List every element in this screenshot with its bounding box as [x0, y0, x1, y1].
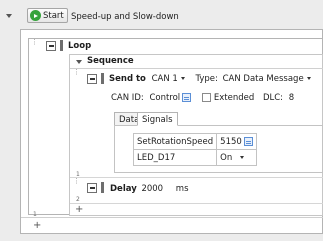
delay-bar — [101, 182, 104, 193]
tab-signals[interactable]: Signals — [137, 112, 178, 126]
signal-value-cell[interactable]: 5150 — [216, 133, 257, 150]
delay-label: Delay — [110, 184, 137, 194]
can-id-label: CAN ID: — [111, 93, 144, 103]
loop-bottom-divider — [21, 217, 323, 218]
loop-bar — [60, 40, 63, 51]
chevron-down-icon — [180, 77, 185, 80]
chevron-down-icon — [240, 155, 245, 159]
add-step-button[interactable]: + — [75, 204, 83, 215]
sequence-divider — [70, 68, 323, 69]
delay-unit: ms — [175, 184, 189, 194]
channel-select[interactable]: CAN 1 — [152, 74, 185, 84]
signal-name: SetRotationSpeed — [132, 133, 218, 150]
start-button[interactable]: Start — [27, 8, 68, 23]
can-id-value[interactable]: Control — [149, 93, 180, 103]
send-bar — [101, 73, 104, 84]
test-title: Speed-up and Slow-down — [71, 12, 179, 22]
loop-collapse-button[interactable] — [46, 41, 56, 51]
send-label: Send to — [109, 74, 146, 84]
sequence-expand-icon[interactable] — [76, 60, 82, 64]
dlc-label: DLC: — [262, 93, 284, 103]
chevron-down-icon — [306, 77, 311, 80]
send-collapse-button[interactable] — [87, 74, 97, 84]
loop-drag-handle-icon[interactable]: ⋮ — [31, 39, 38, 46]
signal-name: LED_D17 — [132, 149, 218, 166]
field-picker-icon[interactable] — [182, 93, 192, 102]
extended-checkbox[interactable] — [201, 93, 211, 102]
signals-table: SetRotationSpeed 5150 LED_D17 On — [132, 133, 257, 166]
row-number: 2 — [76, 196, 80, 203]
play-icon — [30, 10, 41, 21]
add-item-button[interactable]: + — [33, 220, 41, 231]
send-drag-handle-icon[interactable]: ⋮ — [73, 69, 80, 76]
row-divider — [70, 203, 323, 204]
delay-drag-handle-icon[interactable]: ⋮ — [73, 178, 80, 185]
delay-row: Delay 2000 ms — [110, 184, 189, 194]
table-row: SetRotationSpeed 5150 — [132, 133, 257, 150]
row-divider — [70, 177, 323, 178]
type-label: Type: — [195, 74, 218, 84]
dlc-value[interactable]: 8 — [289, 93, 294, 103]
expand-toggle-icon[interactable] — [6, 14, 12, 18]
start-label: Start — [43, 10, 64, 21]
can-id-row: CAN ID: Control Extended DLC: 8 — [111, 93, 294, 103]
table-row: LED_D17 On — [132, 149, 257, 166]
type-select[interactable]: CAN Data Message — [223, 74, 311, 84]
field-picker-icon[interactable] — [243, 136, 253, 146]
signal-value-cell[interactable]: On — [216, 149, 257, 166]
delay-collapse-button[interactable] — [87, 183, 97, 193]
loop-label: Loop — [68, 41, 92, 51]
sequence-label: Sequence — [87, 56, 134, 66]
delay-value[interactable]: 2000 — [141, 184, 163, 194]
send-row: Send to CAN 1 Type: CAN Data Message — [109, 74, 311, 84]
extended-label: Extended — [213, 93, 255, 103]
